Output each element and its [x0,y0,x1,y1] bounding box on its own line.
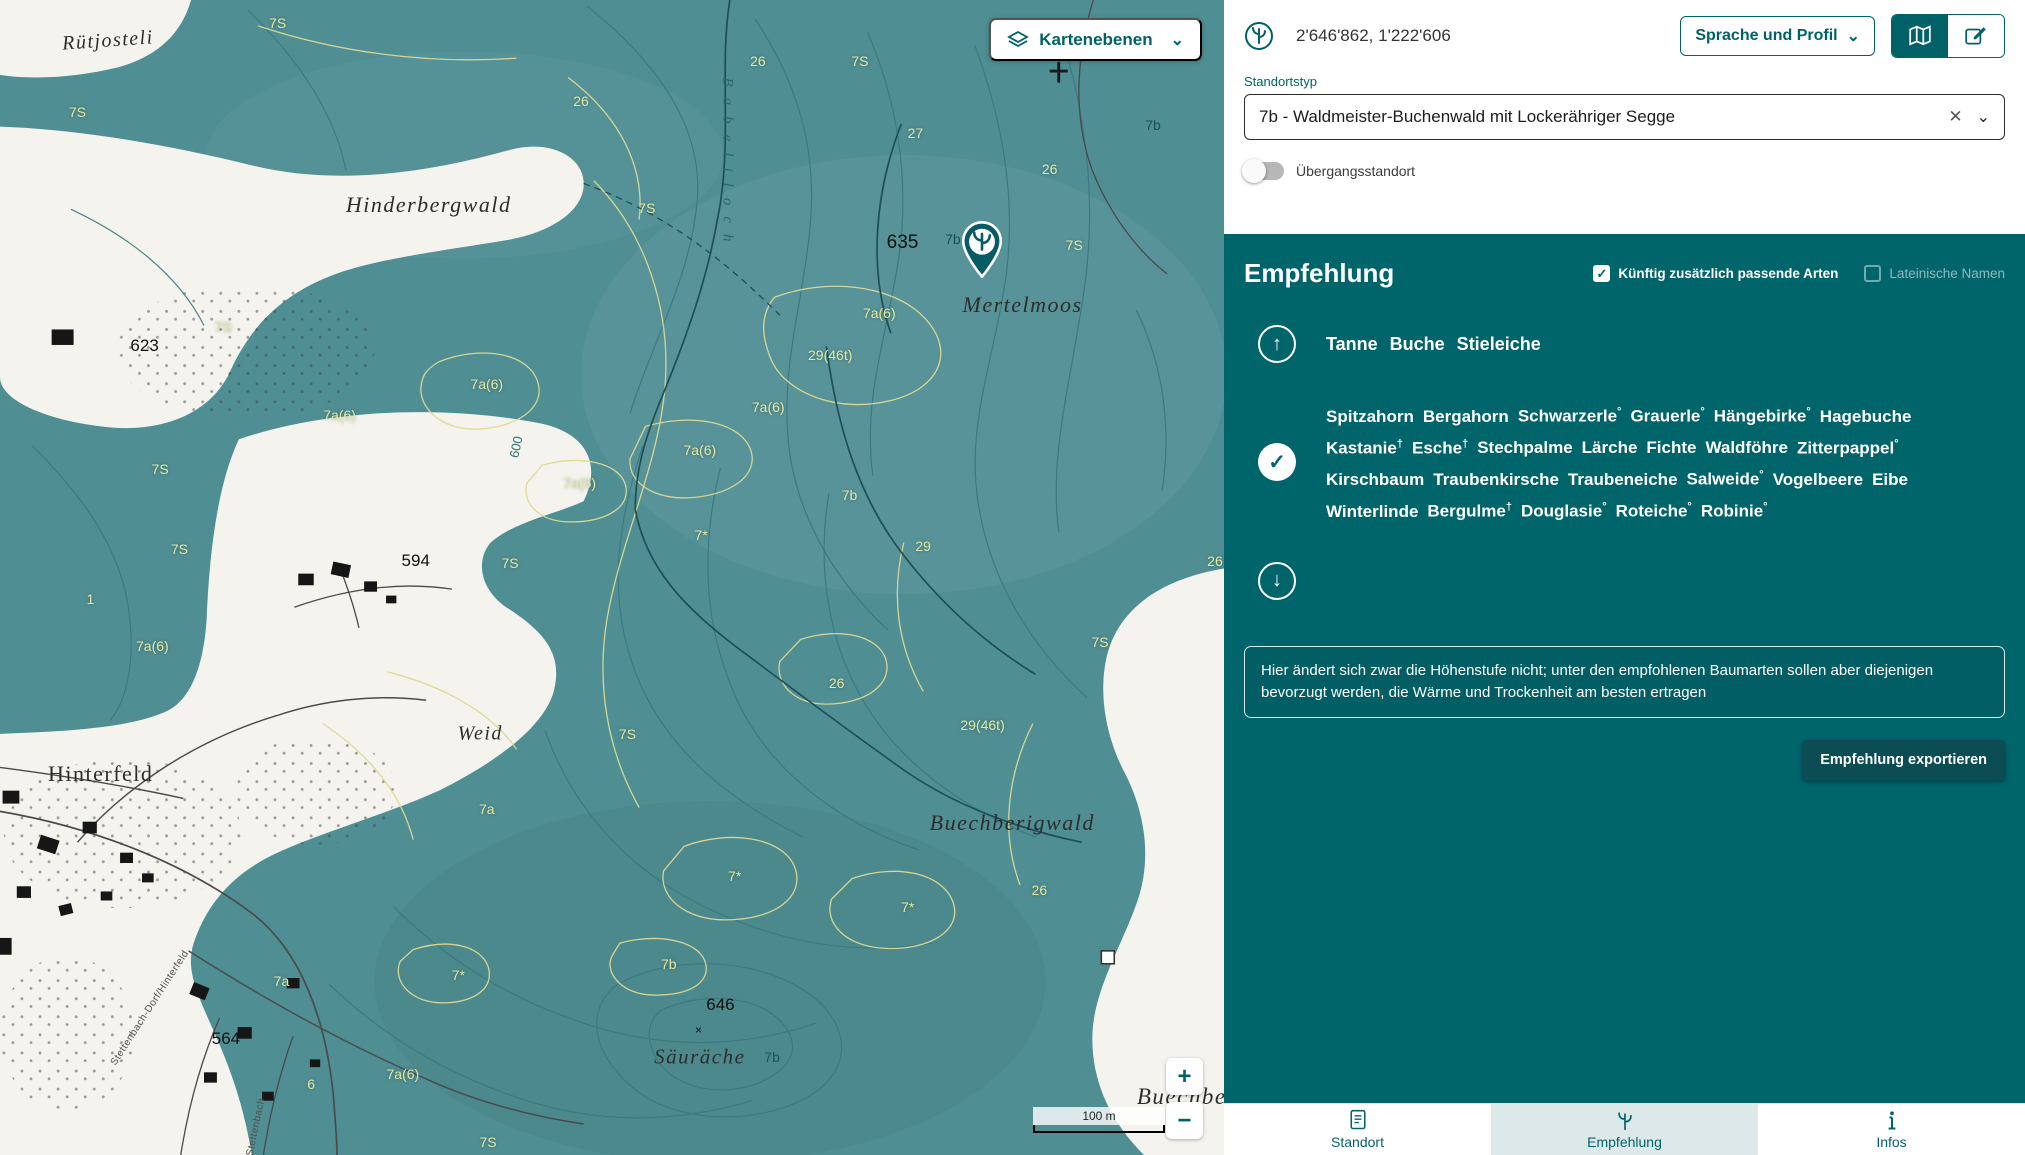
species-item: Hagebuche [1820,404,1912,430]
species-item: Winterlinde [1326,499,1418,525]
species-item: Hängebirke° [1714,399,1811,430]
species-item: Zitterpappel° [1797,431,1899,462]
map-icon [1908,25,1932,47]
zoom-in-button[interactable]: + [1166,1058,1203,1095]
latin-names-label: Lateinische Namen [1889,266,2005,281]
recommended-species-row: ✓ Spitzahorn Bergahorn Schwarzerle° Grauerl… [1244,399,2005,526]
clear-icon[interactable]: ✕ [1948,107,1962,127]
map-view-button[interactable] [1892,15,1948,57]
promoted-species-row: ↑ Tanne Buche Stieleiche [1244,325,2005,363]
latin-names-checkbox[interactable] [1864,265,1881,282]
layers-button-label: Kartenebenen [1039,30,1152,50]
demoted-species-row: ↓ [1244,562,2005,600]
latin-names-checkbox-group: Lateinische Namen [1864,265,2005,282]
species-item: Lärche [1582,435,1638,461]
species-item: Traubeneiche [1568,467,1678,493]
view-toggle-group [1891,14,2005,58]
location-marker-pin[interactable] [960,221,1004,283]
panel-header: 2'646'862, 1'222'606 Sprache und Profil … [1224,0,2025,234]
promoted-species-list: Tanne Buche Stieleiche [1326,334,1541,355]
standorttyp-select[interactable]: 7b - Waldmeister-Buchenwald mit Lockeräh… [1244,94,2005,140]
edit-form-button[interactable] [1948,15,2004,57]
species-item: Fichte [1646,435,1696,461]
species-item: Bergahorn [1423,404,1509,430]
tab-label: Standort [1331,1134,1384,1150]
info-icon [1882,1109,1902,1131]
species-item: Traubenkirsche [1433,467,1559,493]
tab-infos[interactable]: Infos [1758,1104,2025,1155]
standorttyp-label: Standortstyp [1244,74,2005,89]
species-item: Roteiche° [1616,494,1692,525]
uebergangsstandort-toggle[interactable] [1244,162,1284,180]
species-item: Vogelbeere [1773,467,1863,493]
tab-label: Infos [1876,1134,1906,1150]
chevron-down-icon: ⌄ [1847,26,1860,46]
document-icon [1348,1109,1368,1131]
tab-empfehlung[interactable]: Empfehlung [1491,1104,1758,1155]
topo-map[interactable]: RütjosteliHinderbergwaldMertelmoosWeidHi… [0,0,1224,1155]
language-profile-label: Sprache und Profil [1695,27,1837,45]
species-item: Stechpalme [1477,435,1572,461]
empfehlung-panel: Empfehlung Künftig zusätzlich passende A… [1224,234,2025,1103]
species-item: Eibe [1872,467,1908,493]
chevron-down-icon: ⌄ [1171,30,1184,50]
zoom-out-button[interactable]: − [1166,1102,1203,1139]
check-circle-icon: ✓ [1258,443,1296,481]
species-item: Robinie° [1701,494,1768,525]
species-item: Waldföhre [1705,435,1787,461]
species-item: Kirschbaum [1326,467,1424,493]
species-item: Bergulme† [1427,494,1512,525]
export-recommendation-button[interactable]: Empfehlung exportieren [1802,740,2005,780]
tree-icon [1615,1109,1635,1131]
species-item: Douglasie° [1521,494,1607,525]
species-item: Salweide° [1687,462,1764,493]
map-graphics [0,0,1224,1155]
app-window: RütjosteliHinderbergwaldMertelmoosWeidHi… [0,0,2025,1155]
chevron-down-icon: ⌄ [1977,107,1990,127]
species-item: Schwarzerle° [1518,399,1622,430]
edit-icon [1964,25,1988,47]
scale-label: 100 m [1033,1107,1165,1125]
empfehlung-title: Empfehlung [1244,258,1394,289]
language-profile-button[interactable]: Sprache und Profil ⌄ [1680,16,1875,56]
zoom-controls: + − [1166,1058,1203,1139]
height-zone-note: Hier ändert sich zwar die Höhenstufe nic… [1244,646,2005,718]
recommended-species-list: Spitzahorn Bergahorn Schwarzerle° Grauerle°… [1326,399,1986,526]
species-item: Kastanie† [1326,431,1403,462]
side-panel: 2'646'862, 1'222'606 Sprache und Profil … [1224,0,2025,1155]
arrow-up-circle-icon: ↑ [1258,325,1296,363]
layers-icon [1007,29,1029,51]
species-item: Grauerle° [1630,399,1704,430]
uebergangsstandort-label: Übergangsstandort [1296,163,1415,179]
future-species-checkbox-group: Künftig zusätzlich passende Arten [1593,265,1838,282]
scale-line [1033,1125,1165,1133]
species-item: Esche† [1412,431,1468,462]
future-species-label: Künftig zusätzlich passende Arten [1618,266,1838,281]
tab-label: Empfehlung [1587,1134,1662,1150]
species-item: Spitzahorn [1326,404,1414,430]
map-scale-bar: 100 m [1033,1107,1165,1133]
treeapp-logo-icon [1244,21,1274,51]
arrow-down-circle-icon: ↓ [1258,562,1296,600]
bottom-tab-bar: Standort Empfehlung Infos [1224,1103,2025,1155]
layers-button[interactable]: Kartenebenen ⌄ [989,18,1202,61]
tab-standort[interactable]: Standort [1224,1104,1491,1155]
coordinates-readout: 2'646'862, 1'222'606 [1296,26,1451,46]
standorttyp-value: 7b - Waldmeister-Buchenwald mit Lockeräh… [1259,107,1948,127]
future-species-checkbox[interactable] [1593,265,1610,282]
